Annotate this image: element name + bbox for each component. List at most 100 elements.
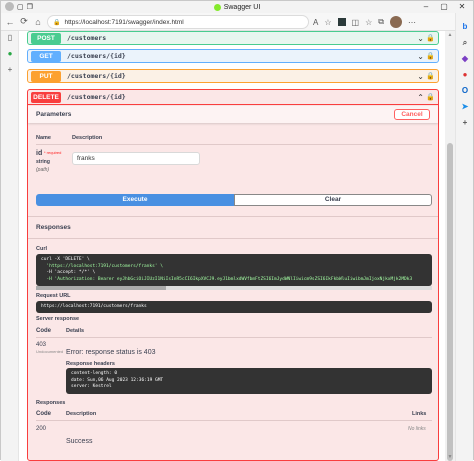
curl-line: 'https://localhost:7191/customers/franks… bbox=[41, 263, 163, 269]
parameters-header: Parameters Cancel bbox=[28, 106, 438, 123]
opblock-delete-customer: DELETE /customers/{id} ⌃ 🔒 Parameters Ca… bbox=[27, 89, 439, 461]
chevron-down-icon[interactable]: ⌄ bbox=[417, 34, 424, 43]
outlook-icon[interactable]: O bbox=[456, 83, 474, 99]
collections-icon[interactable]: ⧉ bbox=[378, 17, 384, 27]
header-line: server: Kestrel bbox=[71, 384, 112, 389]
operation-path: /customers/{id} bbox=[67, 72, 126, 80]
method-badge: PUT bbox=[31, 70, 61, 82]
documented-responses-title: Responses bbox=[36, 400, 66, 406]
lock-icon[interactable]: 🔒 bbox=[53, 19, 60, 26]
method-badge: DELETE bbox=[31, 91, 61, 103]
opblock-summary[interactable]: DELETE /customers/{id} ⌃ 🔒 bbox=[28, 90, 438, 105]
chevron-up-icon[interactable]: ⌃ bbox=[417, 93, 424, 102]
header-line: date: Sun,06 Aug 2023 12:36:19 GMT bbox=[71, 377, 164, 383]
code-col-header: Code bbox=[36, 328, 51, 334]
page-scrollbar[interactable]: ▲ ▼ bbox=[445, 31, 455, 461]
lock-icon[interactable]: 🔒 bbox=[426, 93, 435, 101]
add-sidebar-icon[interactable]: + bbox=[456, 115, 474, 131]
scroll-down-icon[interactable]: ▼ bbox=[445, 454, 455, 460]
swagger-content: POST /customers ⌄ 🔒 GET /customers/{id} … bbox=[19, 31, 445, 461]
person-icon[interactable]: ● bbox=[456, 67, 474, 83]
search-icon[interactable]: ⌕ bbox=[456, 35, 474, 51]
method-badge: POST bbox=[31, 32, 61, 44]
home-icon[interactable]: ⌂ bbox=[31, 17, 45, 27]
details-col-header: Details bbox=[66, 328, 85, 334]
tabs-icon[interactable]: ❐ bbox=[27, 3, 33, 11]
response-headers-label: Response headers bbox=[66, 361, 115, 367]
id-input[interactable]: franks bbox=[72, 152, 200, 165]
chevron-down-icon[interactable]: ⌄ bbox=[417, 52, 424, 61]
extension-icon[interactable] bbox=[337, 18, 346, 26]
cancel-button[interactable]: Cancel bbox=[394, 109, 430, 120]
lock-icon[interactable]: 🔒 bbox=[426, 34, 435, 42]
response-headers-block: content-length: 0 date: Sun,06 Aug 2023 … bbox=[66, 368, 432, 394]
lock-icon[interactable]: 🔒 bbox=[426, 72, 435, 80]
read-aloud-icon[interactable]: A bbox=[313, 18, 318, 27]
request-url: https://localhost:7191/customers/franks bbox=[41, 304, 147, 309]
back-icon[interactable]: ← bbox=[3, 17, 17, 27]
left-sidebar: ▯ ● + bbox=[1, 31, 19, 461]
curl-label: Curl bbox=[36, 246, 47, 252]
curl-line: -H 'accept: */*' \ bbox=[41, 270, 96, 275]
address-bar: ← ⟳ ⌂ 🔒 https://localhost:7191/swagger/i… bbox=[1, 13, 473, 31]
opblock-put-customer[interactable]: PUT /customers/{id} ⌄ 🔒 bbox=[27, 69, 439, 83]
more-icon[interactable]: ⋯ bbox=[408, 18, 416, 27]
parameters-title: Parameters bbox=[36, 111, 72, 118]
documented-links: No links bbox=[408, 426, 426, 432]
favorites-icon[interactable]: ☆ bbox=[365, 18, 372, 27]
minimize-icon[interactable]: – bbox=[417, 1, 435, 13]
drop-icon[interactable]: ➤ bbox=[456, 99, 474, 115]
description-col-header: Description bbox=[66, 411, 97, 417]
links-col-header: Links bbox=[412, 411, 427, 417]
split-screen-icon[interactable]: ◫ bbox=[352, 18, 360, 27]
swagger-favicon-icon bbox=[213, 3, 221, 11]
lock-icon[interactable]: 🔒 bbox=[426, 52, 435, 60]
url-input[interactable]: 🔒 https://localhost:7191/swagger/index.h… bbox=[47, 15, 309, 29]
curl-line: curl -X 'DELETE' \ bbox=[41, 257, 90, 262]
scroll-up-icon[interactable]: ▲ bbox=[445, 32, 455, 38]
avatar[interactable] bbox=[389, 16, 402, 28]
curl-line: -H 'Authorization: Bearer eyJhbGciOiJIUz… bbox=[41, 276, 413, 282]
clear-button[interactable]: Clear bbox=[234, 194, 432, 206]
favorite-icon[interactable]: ☆ bbox=[324, 18, 331, 27]
operation-path: /customers bbox=[67, 34, 107, 42]
app-icon[interactable] bbox=[5, 2, 14, 11]
documented-code: 200 bbox=[36, 426, 47, 432]
col-description-header: Description bbox=[72, 135, 103, 141]
undocumented-label: Undocumented bbox=[36, 349, 64, 354]
divider bbox=[36, 420, 432, 421]
scrollbar-thumb[interactable] bbox=[447, 143, 453, 461]
toolbar-icons: A ☆ ◫ ☆ ⧉ ⋯ bbox=[313, 16, 416, 28]
request-url-label: Request URL bbox=[36, 293, 71, 299]
code-col-header: Code bbox=[36, 411, 51, 417]
right-sidebar: b ⌕ ◆ ● O ➤ + bbox=[455, 13, 473, 461]
tab-page-icon[interactable]: ▯ bbox=[1, 33, 19, 47]
opblock-get-customer[interactable]: GET /customers/{id} ⌄ 🔒 bbox=[27, 49, 439, 63]
param-in: (path) bbox=[36, 167, 50, 173]
shopping-icon[interactable]: ◆ bbox=[456, 51, 474, 67]
method-badge: GET bbox=[31, 50, 61, 62]
window-title: Swagger UI bbox=[223, 3, 261, 11]
code-scrollbar-thumb[interactable] bbox=[36, 286, 166, 290]
opblock-post-customers[interactable]: POST /customers ⌄ 🔒 bbox=[27, 31, 439, 45]
chevron-down-icon[interactable]: ⌄ bbox=[417, 72, 424, 81]
divider bbox=[36, 337, 432, 338]
workspaces-icon[interactable]: ▢ bbox=[17, 3, 24, 11]
title-bar: ▢ ❐ Swagger UI – ▢ ✕ bbox=[1, 1, 473, 13]
required-badge: * required bbox=[44, 150, 62, 155]
code-scrollbar[interactable] bbox=[36, 286, 432, 290]
request-url-block: https://localhost:7191/customers/franks bbox=[36, 301, 432, 313]
refresh-icon[interactable]: ⟳ bbox=[17, 16, 31, 27]
col-name-header: Name bbox=[36, 135, 51, 141]
new-tab-icon[interactable]: + bbox=[1, 65, 19, 79]
divider bbox=[28, 238, 438, 239]
url-text: https://localhost:7191/swagger/index.htm… bbox=[64, 18, 184, 26]
close-icon[interactable]: ✕ bbox=[453, 1, 471, 13]
copilot-icon[interactable]: b bbox=[456, 19, 474, 35]
curl-code-block: curl -X 'DELETE' \ 'https://localhost:71… bbox=[36, 254, 432, 286]
execute-button[interactable]: Execute bbox=[36, 194, 234, 206]
responses-title: Responses bbox=[36, 224, 71, 231]
operation-path: /customers/{id} bbox=[67, 93, 126, 101]
swagger-tab-icon[interactable]: ● bbox=[1, 49, 19, 63]
maximize-icon[interactable]: ▢ bbox=[435, 1, 453, 13]
